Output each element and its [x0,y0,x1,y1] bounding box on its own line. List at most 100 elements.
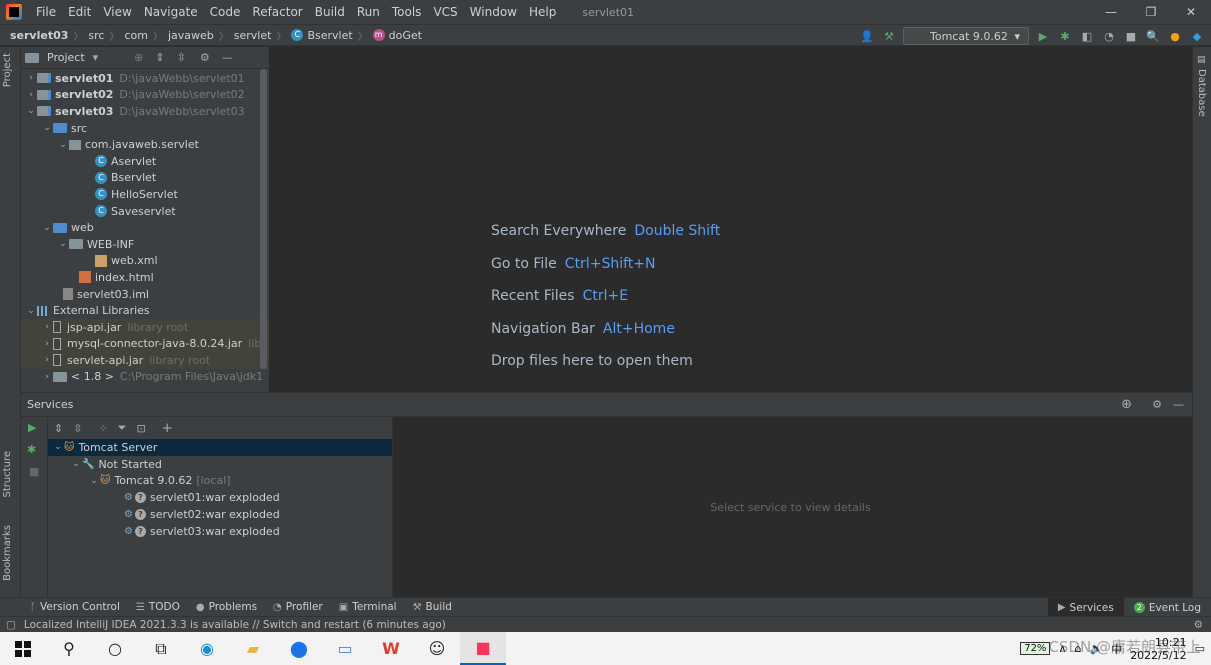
status-square-icon[interactable]: ▢ [6,619,16,631]
chevron-down-icon[interactable]: ⌄ [25,106,37,116]
menu-refactor[interactable]: Refactor [246,0,308,24]
expand-all-icon[interactable]: ⇕ [54,422,63,435]
notification-icon[interactable]: ⚙ [1194,619,1203,631]
breadcrumb-javaweb[interactable]: javaweb [168,29,214,42]
stop-icon[interactable]: ■ [1123,28,1139,44]
breadcrumb-src[interactable]: src [88,29,104,42]
intellij-taskbar-icon[interactable]: ■ [460,632,506,665]
menu-file[interactable]: File [30,0,62,24]
debug-icon[interactable]: ✱ [27,443,36,456]
chevron-right-icon[interactable]: › [25,73,37,83]
edge-icon[interactable]: ◉ [184,632,230,665]
tree-item-bservlet[interactable]: C Bservlet [21,170,269,187]
menu-edit[interactable]: Edit [62,0,97,24]
chevron-down-icon[interactable]: ⌄ [57,140,69,150]
search-icon[interactable]: ⚲ [46,632,92,665]
tree-item-index-html[interactable]: index.html [21,269,269,286]
tree-item-iml[interactable]: servlet03.iml [21,286,269,303]
tree-item-servlet02[interactable]: › servlet02 D:\javaWebb\servlet02 [21,87,269,104]
menu-navigate[interactable]: Navigate [138,0,204,24]
tree-item-web-inf[interactable]: ⌄ WEB-INF [21,236,269,253]
stop-icon[interactable]: ■ [29,465,39,478]
tree-item-external-libraries[interactable]: ⌄ External Libraries [21,302,269,319]
run-icon[interactable]: ▶ [1035,28,1051,44]
service-item-not-started[interactable]: ⌄ 🔧 Not Started [48,456,392,473]
chevron-down-icon[interactable]: ⌄ [41,123,53,133]
group-by-icon[interactable]: ⁘ [98,422,107,435]
hide-icon[interactable]: — [222,51,233,64]
menu-run[interactable]: Run [351,0,386,24]
menu-window[interactable]: Window [464,0,523,24]
coverage-icon[interactable]: ◧ [1079,28,1095,44]
tree-item-package[interactable]: ⌄ com.javaweb.servlet [21,136,269,153]
service-item-tomcat-local[interactable]: ⌄ 🐱 Tomcat 9.0.62 [local] [48,473,392,490]
service-item-artifact-servlet01[interactable]: ⚙? servlet01:war exploded [48,489,392,506]
add-service-icon[interactable]: ⊕ [1121,397,1132,412]
tree-item-jdk[interactable]: › < 1.8 > C:\Program Files\Java\jdk1 [21,369,269,386]
menu-code[interactable]: Code [204,0,247,24]
breadcrumb-servlet03[interactable]: servlet03 [10,29,68,42]
chevron-right-icon[interactable]: › [41,322,53,332]
tree-item-saveservlet[interactable]: C Saveservlet [21,203,269,220]
collapse-all-icon[interactable]: ⇳ [177,51,186,64]
file-explorer-icon[interactable]: ▰ [230,632,276,665]
chevron-down-icon[interactable]: ⌄ [57,239,69,249]
wps-icon[interactable]: W [368,632,414,665]
chevron-right-icon[interactable]: › [41,355,53,365]
tab-profiler[interactable]: ◔ Profiler [273,601,323,613]
tab-todo[interactable]: ☰ TODO [136,601,180,613]
menu-help[interactable]: Help [523,0,562,24]
service-item-tomcat-server[interactable]: ⌄ 🐱 Tomcat Server [48,439,392,456]
run-config-dropdown[interactable]: Tomcat 9.0.62 ▾ [903,27,1029,45]
cortana-icon[interactable]: ○ [92,632,138,665]
tree-item-web-xml[interactable]: web.xml [21,253,269,270]
filter-icon[interactable]: ⏷ [118,421,127,435]
restore-button[interactable]: ❐ [1131,0,1171,24]
tree-item-helloservlet[interactable]: C HelloServlet [21,186,269,203]
qq-icon[interactable]: ☺ [414,632,460,665]
tree-item-aservlet[interactable]: C Aservlet [21,153,269,170]
tree-item-mysql-connector[interactable]: › mysql-connector-java-8.0.24.jar lib [21,335,269,353]
chevron-down-icon[interactable]: ⌄ [41,223,53,233]
bookmarks-tool-tab[interactable]: Bookmarks [2,525,13,581]
build-hammer-icon[interactable]: ⚒ [881,28,897,44]
tree-item-src[interactable]: ⌄ src [21,120,269,137]
gear-icon[interactable]: ⚙ [200,51,210,64]
breadcrumb-servlet[interactable]: servlet [234,29,272,42]
user-icon[interactable]: 👤 [859,28,875,44]
start-button[interactable] [0,632,46,665]
chevron-down-icon[interactable]: ⌄ [88,476,100,486]
tab-version-control[interactable]: ᚴ Version Control [30,601,120,613]
tree-item-servlet-api[interactable]: › servlet-api.jar library root [21,352,269,369]
app-blue-icon[interactable]: ⬤ [276,632,322,665]
tree-item-jsp-api[interactable]: › jsp-api.jar library root [21,318,269,336]
tree-item-servlet03[interactable]: ⌄ servlet03 D:\javaWebb\servlet03 [21,103,269,120]
project-tool-tab[interactable]: Project [2,53,13,87]
hide-icon[interactable]: — [1173,398,1184,411]
breadcrumb-bservlet[interactable]: C Bservlet [291,29,353,42]
tab-event-log[interactable]: 2 Event Log [1124,598,1211,617]
menu-vcs[interactable]: VCS [427,0,463,24]
run-icon[interactable]: ▶ [28,421,36,434]
add-icon[interactable]: + [162,421,173,436]
chevron-right-icon[interactable]: › [25,90,37,100]
database-tool-tab[interactable]: Database [1196,69,1207,117]
tree-item-servlet01[interactable]: › servlet01 D:\javaWebb\servlet01 [21,70,269,87]
chevron-down-icon[interactable]: ⌄ [52,442,64,452]
service-item-artifact-servlet03[interactable]: ⚙? servlet03:war exploded [48,523,392,540]
structure-tool-tab[interactable]: Structure [2,451,13,498]
profile-icon[interactable]: ◔ [1101,28,1117,44]
minimize-button[interactable]: — [1091,0,1131,24]
service-item-artifact-servlet02[interactable]: ⚙? servlet02:war exploded [48,506,392,523]
tab-problems[interactable]: ● Problems [196,601,257,613]
gear-icon[interactable]: ⚙ [1152,398,1162,411]
tab-build[interactable]: ⚒ Build [413,601,452,613]
chevron-right-icon[interactable]: › [41,372,53,382]
status-message[interactable]: Localized IntelliJ IDEA 2021.3.3 is avai… [24,619,446,631]
editor-area[interactable]: Search Everywhere Double Shift Go to File… [269,47,1192,392]
remote-desktop-icon[interactable]: ▭ [322,632,368,665]
battery-indicator[interactable]: 72% [1020,642,1051,655]
chevron-down-icon[interactable]: ▾ [93,51,99,64]
tree-item-web[interactable]: ⌄ web [21,219,269,236]
menu-build[interactable]: Build [309,0,351,24]
